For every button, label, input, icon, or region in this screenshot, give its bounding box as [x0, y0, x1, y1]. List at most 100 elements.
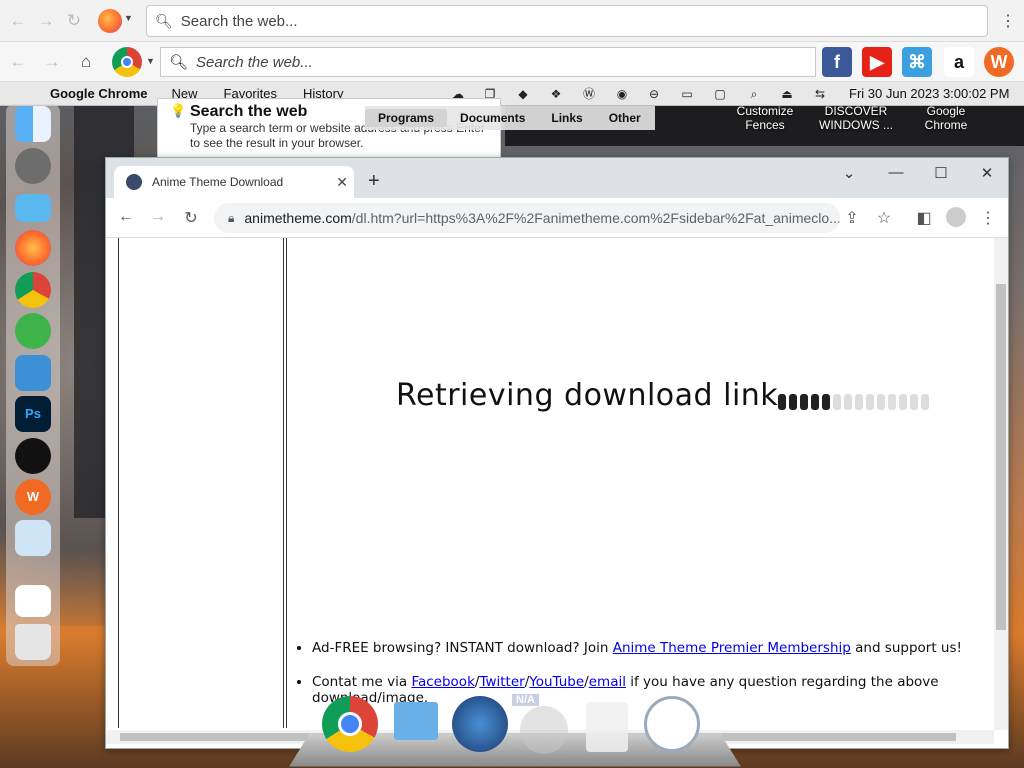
- loader-segment: [778, 394, 786, 410]
- profile-avatar[interactable]: [946, 207, 966, 227]
- bookmark-star-icon[interactable]: ☆: [874, 208, 894, 228]
- menu-dots-icon[interactable]: ⋮: [1000, 11, 1016, 31]
- loader-segment: [811, 394, 819, 410]
- dropbox-icon[interactable]: ❖: [548, 86, 564, 102]
- app-window-icon[interactable]: [15, 355, 51, 391]
- amazon-icon[interactable]: a: [944, 47, 974, 77]
- facebook-icon[interactable]: f: [822, 47, 852, 77]
- divider: [286, 238, 287, 728]
- w-circle-icon[interactable]: Ⓦ: [581, 86, 597, 102]
- globe-icon[interactable]: ◉: [614, 86, 630, 102]
- dropdown-arrow-icon[interactable]: ▼: [146, 56, 155, 66]
- forward-arrow-icon[interactable]: →: [34, 9, 58, 33]
- loader-segment: [888, 394, 896, 410]
- url-domain: animetheme.com: [244, 210, 352, 226]
- document-icon[interactable]: [15, 585, 51, 617]
- reload-icon[interactable]: ↻: [62, 9, 86, 33]
- windows-start-icon[interactable]: [452, 696, 508, 752]
- tab-documents[interactable]: Documents: [447, 109, 538, 127]
- eject-circle-icon[interactable]: ⊖: [646, 86, 662, 102]
- loader-segment: [855, 394, 863, 410]
- twitter-link[interactable]: Twitter: [479, 674, 524, 690]
- menu-bar: Google Chrome New Favorites History ☁ ❐ …: [0, 82, 1024, 106]
- search-placeholder: Search the web...: [196, 53, 313, 71]
- chrome-menu-icon[interactable]: ⋮: [978, 208, 998, 228]
- lock-icon: 🔒︎: [228, 210, 235, 225]
- menu-clock[interactable]: Fri 30 Jun 2023 3:00:02 PM: [849, 86, 1009, 101]
- folder-icon[interactable]: [15, 194, 51, 222]
- tab-links[interactable]: Links: [538, 109, 595, 127]
- diamond-icon[interactable]: ◆: [515, 86, 531, 102]
- switch-icon[interactable]: ⇆: [812, 86, 828, 102]
- games-icon[interactable]: ⌘: [902, 47, 932, 77]
- settings-gear-icon[interactable]: [520, 706, 568, 754]
- firefox-icon[interactable]: [98, 9, 122, 33]
- toggle-icon[interactable]: ▭: [679, 86, 695, 102]
- desktop-icon-discover-windows[interactable]: DISCOVER WINDOWS ...: [816, 104, 896, 132]
- loader-segment: [910, 394, 918, 410]
- facebook-link[interactable]: Facebook: [411, 674, 474, 690]
- tab-search-chevron-icon[interactable]: ⌄: [834, 164, 864, 184]
- close-tab-icon[interactable]: ✕: [336, 174, 348, 191]
- forward-arrow-icon[interactable]: →: [40, 50, 64, 74]
- dropdown-arrow-icon[interactable]: ▼: [124, 13, 133, 23]
- drive-icon[interactable]: ▢: [712, 86, 728, 102]
- chrome-dock-icon[interactable]: [15, 272, 51, 308]
- minimize-icon[interactable]: —: [881, 164, 911, 184]
- reload-icon[interactable]: ↻: [181, 208, 201, 228]
- loader-segment: [899, 394, 907, 410]
- loader-segment: [800, 394, 808, 410]
- browser-tab[interactable]: Anime Theme Download ✕: [114, 166, 354, 198]
- close-window-icon[interactable]: ✕: [972, 164, 1002, 184]
- mail-tray-icon[interactable]: [15, 520, 51, 556]
- clock-icon[interactable]: [644, 696, 700, 752]
- vertical-scrollbar[interactable]: [994, 238, 1008, 730]
- search-icon: 🔍︎: [155, 12, 173, 29]
- back-icon[interactable]: ←: [116, 208, 136, 226]
- back-arrow-icon[interactable]: ←: [6, 50, 30, 74]
- loader-segment: [866, 394, 874, 410]
- desktop-icon-customize-fences[interactable]: Customize Fences: [730, 104, 800, 132]
- forward-icon[interactable]: →: [148, 208, 168, 226]
- premier-membership-link[interactable]: Anime Theme Premier Membership: [613, 640, 851, 656]
- firefox-dock-icon[interactable]: [15, 230, 51, 266]
- utorrent-icon[interactable]: [15, 313, 51, 349]
- trash-bottom-icon[interactable]: [586, 702, 628, 752]
- lightbulb-icon: 💡: [170, 103, 187, 118]
- side-panel-icon[interactable]: ◧: [914, 208, 934, 228]
- maximize-icon[interactable]: ☐: [926, 164, 956, 184]
- trash-icon[interactable]: [15, 624, 51, 660]
- finder-icon[interactable]: [15, 106, 51, 142]
- w-dock-icon[interactable]: W: [15, 479, 51, 515]
- apple-app-icon[interactable]: [15, 438, 51, 474]
- home-icon[interactable]: ⌂: [74, 50, 98, 74]
- eject-icon[interactable]: ⏏: [779, 86, 795, 102]
- top-search-input[interactable]: 🔍︎ Search the web...: [146, 5, 988, 37]
- loader-segment: [833, 394, 841, 410]
- tab-programs[interactable]: Programs: [365, 109, 448, 127]
- desktop-icon-google-chrome[interactable]: Google Chrome: [915, 104, 977, 132]
- loading-indicator: [778, 394, 929, 410]
- youtube-link[interactable]: YouTube: [529, 674, 584, 690]
- youtube-icon[interactable]: ▶: [862, 47, 892, 77]
- tab-other[interactable]: Other: [596, 109, 654, 127]
- chrome-bottom-icon[interactable]: [322, 696, 378, 752]
- share-icon[interactable]: ⇪: [842, 208, 862, 228]
- back-arrow-icon[interactable]: ←: [6, 9, 30, 33]
- page-sidebar: [118, 238, 284, 728]
- address-bar[interactable]: 🔒︎ animetheme.com/dl.htm?url=https%3A%2F…: [214, 203, 840, 233]
- chrome-icon[interactable]: [112, 47, 142, 77]
- second-search-input[interactable]: 🔍︎ Search the web...: [160, 47, 816, 77]
- desktop-icon-label: Customize Fences: [736, 104, 794, 132]
- scroll-thumb[interactable]: [996, 284, 1006, 630]
- chrome-window: Anime Theme Download ✕ + ⌄ — ☐ ✕ ← → ↻ 🔒…: [105, 157, 1009, 749]
- launchpad-rocket-icon[interactable]: [15, 148, 51, 184]
- menu-app-name[interactable]: Google Chrome: [32, 86, 158, 101]
- email-link[interactable]: email: [589, 674, 626, 690]
- new-tab-icon[interactable]: +: [368, 170, 380, 193]
- w-app-icon[interactable]: W: [984, 47, 1014, 77]
- anime-favicon-icon: [126, 174, 142, 190]
- mail-bottom-icon[interactable]: [394, 702, 438, 740]
- search-icon[interactable]: ⌕: [746, 86, 762, 102]
- photoshop-icon[interactable]: Ps: [15, 396, 51, 432]
